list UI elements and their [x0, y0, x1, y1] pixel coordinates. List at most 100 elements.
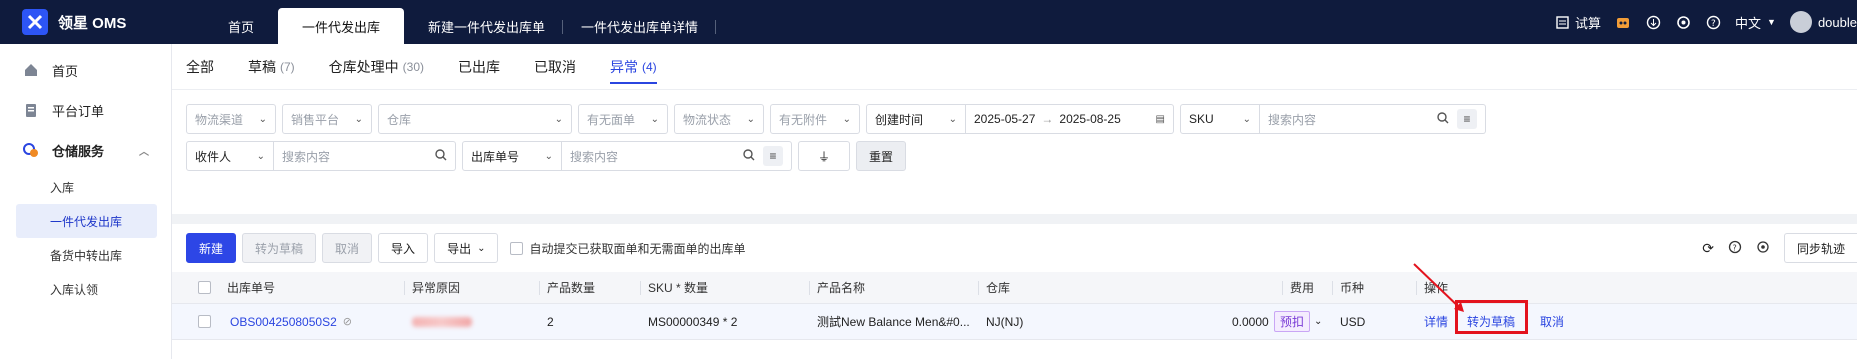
tab-new-outbound-order[interactable]: 新建一件代发出库单: [410, 8, 564, 44]
search-icon[interactable]: [1437, 111, 1449, 127]
chevron-down-icon: ⌄: [1242, 113, 1251, 125]
sidebar-item-home[interactable]: 首页: [0, 50, 171, 90]
product-cell: 测試New Balance Men&#0...: [817, 315, 970, 329]
sku-search-input[interactable]: 搜索内容 ≡: [1260, 104, 1486, 134]
sidebar-item-warehouse-services[interactable]: 仓储服务 ︿: [0, 130, 171, 170]
tab-label: 已取消: [534, 58, 577, 75]
tab-outbound-order-detail[interactable]: 一件代发出库单详情: [563, 8, 717, 44]
select-value: 收件人: [195, 149, 232, 164]
chevron-down-icon: ⌄: [477, 242, 486, 254]
auto-submit-checkbox[interactable]: 自动提交已获取面单和无需面单的出库单: [510, 240, 745, 257]
logistics-channel-select[interactable]: 物流渠道 ⌄: [186, 104, 276, 134]
select-all-checkbox[interactable]: [198, 272, 211, 303]
reset-button[interactable]: 重置: [856, 141, 906, 171]
search-icon[interactable]: [435, 148, 447, 164]
language-select[interactable]: 中文 ▼: [1735, 13, 1776, 32]
column-settings-icon[interactable]: [1756, 240, 1770, 257]
recipient-search-input[interactable]: 搜索内容: [274, 141, 456, 171]
chevron-down-icon: ⌄: [256, 150, 265, 162]
qty-cell: 2: [547, 314, 554, 329]
select-placeholder: 物流渠道: [195, 112, 244, 127]
to-draft-button[interactable]: 转为草稿: [242, 233, 317, 263]
export-button[interactable]: 导出 ⌄: [434, 233, 499, 263]
calendar-icon: ▤: [1155, 113, 1165, 125]
chevron-up-icon: ︿: [139, 146, 149, 158]
outbound-table: 出库单号 异常原因 产品数量 SKU * 数量 产品名称 仓库 费用 币种 操作…: [172, 272, 1857, 359]
warehouse-select[interactable]: 仓库 ⌄: [378, 104, 572, 134]
fee-badge-cell[interactable]: 预扣 ⌄: [1274, 304, 1322, 339]
settings-icon[interactable]: [1675, 14, 1691, 30]
robot-icon[interactable]: [1615, 14, 1631, 30]
chevron-down-icon: ⌄: [746, 113, 755, 125]
trial-calc-button[interactable]: 试算: [1554, 13, 1601, 32]
language-label: 中文: [1735, 15, 1762, 31]
sidebar-sub-inbound[interactable]: 入库: [0, 170, 171, 204]
app-logo[interactable]: 领星 OMS: [0, 9, 210, 35]
chevron-down-icon: ⌄: [842, 113, 851, 125]
table-header: 出库单号 异常原因 产品数量 SKU * 数量 产品名称 仓库 费用 币种 操作: [172, 272, 1857, 304]
user-menu[interactable]: double: [1789, 11, 1857, 33]
batch-search-icon[interactable]: ≡: [1457, 109, 1477, 129]
attachment-select[interactable]: 有无附件 ⌄: [770, 104, 860, 134]
filter-row-2: 收件人 ⌄ 搜索内容 出库单号 ⌄ 搜索内容 ≡ ⏚ 重置: [186, 141, 912, 171]
filter-row-1: 物流渠道 ⌄ 销售平台 ⌄ 仓库 ⌄ 有无面单 ⌄ 物流状态 ⌄ 有无附件 ⌄ 创建时间 ⌄ …: [186, 104, 1492, 134]
header-sku-qty: SKU * 数量: [639, 272, 708, 303]
order-search-input[interactable]: 搜索内容 ≡: [562, 141, 792, 171]
advanced-filter-button[interactable]: ⏚: [798, 141, 850, 171]
search-icon[interactable]: [743, 148, 755, 164]
select-placeholder: 销售平台: [291, 112, 340, 127]
redacted-reason: [412, 316, 472, 327]
download-icon[interactable]: [1645, 14, 1661, 30]
tab-cancelled[interactable]: 已取消: [534, 44, 576, 90]
time-type-select[interactable]: 创建时间 ⌄: [866, 104, 966, 134]
sidebar-sub-dropship-outbound[interactable]: 一件代发出库: [16, 204, 157, 238]
sidebar-sub-inbound-claim[interactable]: 入库认领: [0, 272, 171, 306]
warehouse-icon: [22, 141, 40, 159]
batch-search-icon[interactable]: ≡: [763, 146, 783, 166]
copy-icon[interactable]: ⊘: [343, 315, 352, 328]
header-qty: 产品数量: [538, 272, 595, 303]
sidebar-item-label: 仓储服务: [52, 143, 105, 159]
row-checkbox[interactable]: [198, 304, 211, 339]
tab-dropship-outbound[interactable]: 一件代发出库: [278, 8, 405, 44]
tab-processing[interactable]: 仓库处理中 (30): [329, 44, 424, 90]
import-button[interactable]: 导入: [378, 233, 429, 263]
avatar: [1789, 11, 1812, 33]
input-placeholder: 搜索内容: [570, 149, 619, 164]
date-range-picker[interactable]: 2025-05-27 → 2025-08-25 ▤: [966, 104, 1174, 134]
help-icon[interactable]: ?: [1728, 240, 1742, 257]
header-order-no: 出库单号: [227, 281, 276, 295]
home-icon: [22, 61, 40, 79]
tab-label: 草稿: [248, 58, 276, 75]
tab-shipped[interactable]: 已出库: [458, 44, 500, 90]
sidebar-item-platform-orders[interactable]: 平台订单: [0, 90, 171, 130]
sync-track-button[interactable]: 同步轨迹: [1783, 233, 1857, 263]
sidebar-sub-transfer-outbound[interactable]: 备货中转出库: [0, 238, 171, 272]
order-no-link[interactable]: OBS0042508050S2: [230, 315, 337, 329]
fee-cell: 0.0000: [1232, 314, 1269, 329]
arrow-right-icon: →: [1041, 112, 1054, 126]
order-type-select[interactable]: 出库单号 ⌄: [462, 141, 562, 171]
help-icon[interactable]: ?: [1705, 14, 1721, 30]
table-row[interactable]: OBS0042508050S2 ⊘ 2 MS00000349 * 2 测試New…: [172, 304, 1857, 340]
reason-cell: [412, 304, 472, 339]
tab-exception[interactable]: 异常 (4): [610, 44, 657, 90]
recipient-type-select[interactable]: 收件人 ⌄: [186, 141, 274, 171]
refresh-icon[interactable]: ⟳: [1702, 240, 1714, 257]
checkbox[interactable]: [510, 241, 524, 255]
top-right-tools: 试算 ? 中文 ▼ double: [1554, 11, 1857, 33]
sku-type-select[interactable]: SKU ⌄: [1180, 104, 1260, 134]
status-tabs: 全部 草稿 (7) 仓库处理中 (30) 已出库 已取消 异常 (4): [172, 44, 1857, 90]
waybill-select[interactable]: 有无面单 ⌄: [578, 104, 668, 134]
header-currency: 币种: [1331, 272, 1364, 303]
sales-platform-select[interactable]: 销售平台 ⌄: [282, 104, 372, 134]
tab-all[interactable]: 全部: [186, 44, 214, 90]
top-navbar: 领星 OMS 首页 一件代发出库 新建一件代发出库单 一件代发出库单详情 试算 …: [0, 0, 1857, 44]
op-cancel-link[interactable]: 取消: [1540, 304, 1564, 339]
tab-draft[interactable]: 草稿 (7): [248, 44, 295, 90]
logistics-status-select[interactable]: 物流状态 ⌄: [674, 104, 764, 134]
new-button[interactable]: 新建: [186, 233, 237, 263]
toolbar-right: ⟳ ? 同步轨迹: [1702, 233, 1857, 263]
cancel-button[interactable]: 取消: [322, 233, 373, 263]
tab-home[interactable]: 首页: [210, 8, 272, 44]
